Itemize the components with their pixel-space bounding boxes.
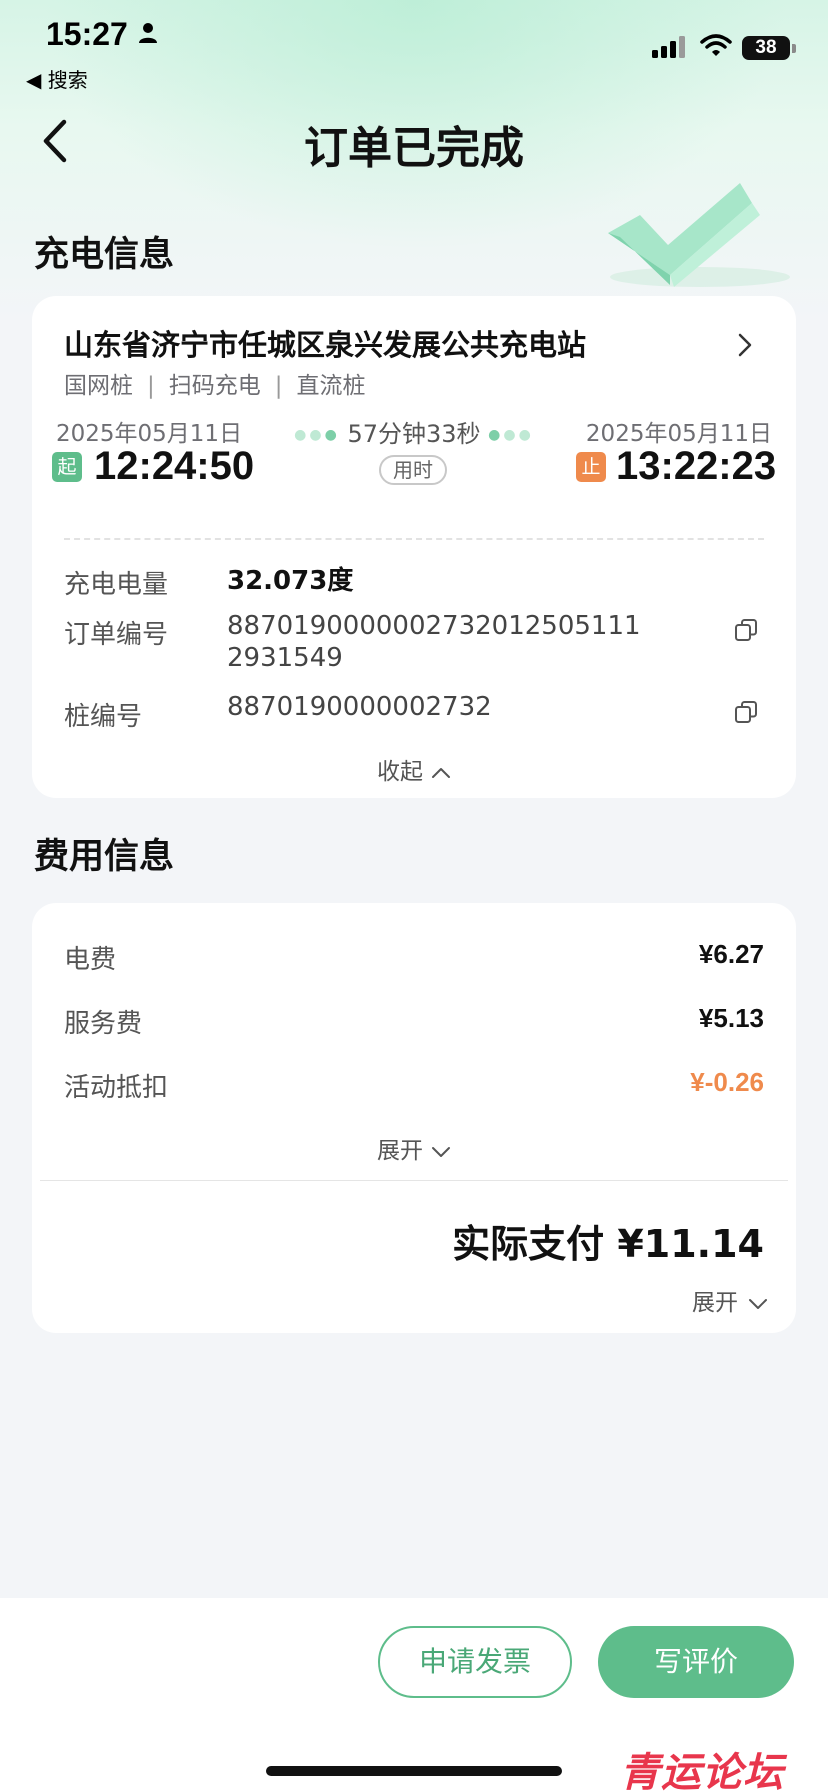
request-invoice-button[interactable]: 申请发票 — [378, 1626, 572, 1698]
tag-separator: | — [274, 373, 283, 399]
home-indicator[interactable] — [266, 1766, 562, 1776]
fee-info-card: 电费 ¥6.27 服务费 ¥5.13 活动抵扣 ¥-0.26 展开 实际支付 ¥… — [32, 903, 796, 1333]
fee-divider — [40, 1180, 788, 1181]
tag-scan-charge: 扫码充电 — [168, 373, 261, 399]
total-paid: 实际支付 ¥11.14 — [452, 1222, 764, 1266]
pile-number-value: 8870190000002732 — [227, 692, 492, 722]
checkmark-decoration-icon — [608, 183, 790, 287]
collapse-label: 收起 — [377, 759, 423, 785]
fee-info-title: 费用信息 — [34, 837, 175, 877]
chevron-down-icon — [749, 1298, 767, 1309]
station-tags: 国网桩 | 扫码充电 | 直流桩 — [64, 366, 366, 400]
expand-total-button[interactable]: 展开 — [692, 1283, 768, 1317]
discount-value: ¥-0.26 — [690, 1067, 764, 1097]
tag-dc-pile: 直流桩 — [296, 373, 366, 399]
end-badge: 止 — [576, 452, 606, 482]
tag-grid-pile: 国网桩 — [64, 373, 133, 399]
tag-separator: | — [147, 373, 155, 399]
dashed-divider — [64, 538, 764, 540]
charging-info-card: 山东省济宁市任城区泉兴发展公共充电站 国网桩 | 扫码充电 | 直流桩 2025年05月… — [32, 296, 796, 798]
pile-number-label: 桩编号 — [64, 702, 143, 732]
forum-watermark: 青运论坛 — [620, 1750, 784, 1792]
station-name[interactable]: 山东省济宁市任城区泉兴发展公共充电站 — [64, 322, 586, 364]
order-number-value: 88701900000027320125051112931549 — [227, 611, 641, 673]
expand-fees-label: 展开 — [377, 1138, 423, 1164]
person-icon — [139, 23, 157, 43]
chevron-right-icon[interactable] — [737, 332, 753, 358]
expand-total-label: 展开 — [692, 1290, 738, 1316]
expand-fees-button[interactable]: 展开 — [32, 1131, 796, 1165]
duration-dots-right: ●●● — [488, 427, 534, 443]
energy-value: 32.073度 — [227, 566, 354, 596]
page-title: 订单已完成 — [304, 123, 524, 174]
duration-dots-left: ●●● — [294, 427, 340, 443]
service-fee-label: 服务费 — [64, 1009, 143, 1039]
chevron-up-icon — [432, 767, 450, 778]
duration-label: 用时 — [379, 455, 447, 485]
energy-label: 充电电量 — [64, 570, 169, 600]
status-time: 15:27 — [46, 16, 128, 52]
copy-pile-number-icon[interactable] — [734, 700, 758, 724]
collapse-button[interactable]: 收起 — [32, 752, 796, 786]
end-time: 13:22:23 — [616, 444, 777, 488]
write-review-button[interactable]: 写评价 — [598, 1626, 794, 1698]
order-number-label: 订单编号 — [64, 620, 169, 650]
battery-indicator: 38 — [742, 36, 790, 60]
start-time: 12:24:50 — [94, 444, 255, 488]
electricity-fee-value: ¥6.27 — [698, 939, 764, 969]
electricity-fee-label: 电费 — [64, 945, 117, 975]
duration-value: 57分钟33秒 — [347, 420, 481, 448]
service-fee-value: ¥5.13 — [698, 1003, 764, 1033]
start-badge: 起 — [52, 452, 82, 482]
back-to-app-link[interactable]: ◀ 搜索 — [26, 64, 88, 93]
status-bar: 15:27 ◀ 搜索 38 — [0, 0, 828, 100]
chevron-down-icon — [432, 1146, 450, 1157]
copy-order-number-icon[interactable] — [734, 618, 758, 642]
discount-label: 活动抵扣 — [64, 1073, 169, 1103]
battery-tip — [792, 44, 796, 53]
end-date: 2025年05月11日 — [585, 421, 772, 447]
wifi-icon — [700, 34, 732, 56]
cellular-signal-icon — [652, 36, 685, 58]
charging-info-title: 充电信息 — [34, 235, 175, 275]
